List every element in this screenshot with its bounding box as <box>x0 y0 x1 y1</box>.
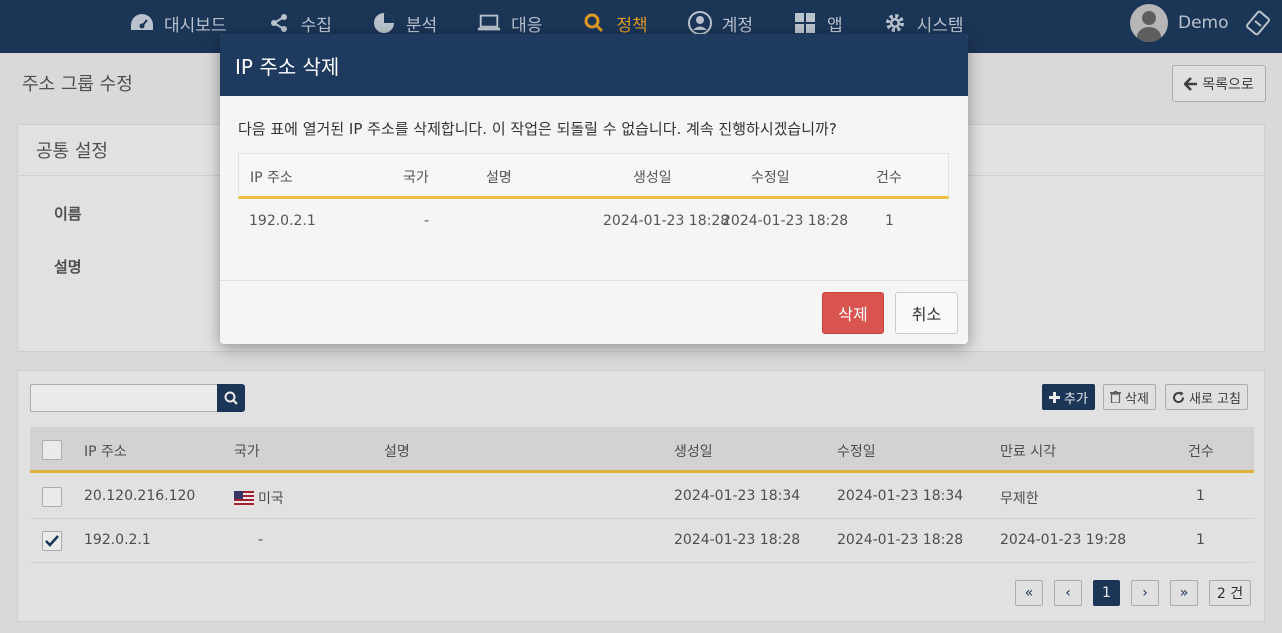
cell-count: 1 <box>885 213 894 229</box>
col-ip: IP 주소 <box>250 170 293 186</box>
cell-ip: 192.0.2.1 <box>249 213 316 229</box>
col-created: 생성일 <box>633 170 672 186</box>
cell-modified: 2024-01-23 18:28 <box>722 213 849 229</box>
cancel-button[interactable]: 취소 <box>895 292 958 334</box>
dialog-header: IP 주소 삭제 <box>220 34 968 96</box>
dialog-title: IP 주소 삭제 <box>235 55 340 79</box>
dialog-message: 다음 표에 열거된 IP 주소를 삭제합니다. 이 작업은 되돌릴 수 없습니다… <box>238 120 837 138</box>
delete-ip-dialog: IP 주소 삭제 다음 표에 열거된 IP 주소를 삭제합니다. 이 작업은 되… <box>220 34 968 344</box>
col-desc: 설명 <box>486 170 512 186</box>
col-modified: 수정일 <box>751 170 790 186</box>
confirm-delete-button[interactable]: 삭제 <box>822 292 884 334</box>
dialog-table-row: 192.0.2.1 - 2024-01-23 18:28 2024-01-23 … <box>238 199 949 245</box>
cell-created: 2024-01-23 18:28 <box>603 213 730 229</box>
cell-country: - <box>424 213 430 229</box>
col-count: 건수 <box>876 170 902 186</box>
dialog-table-header: IP 주소 국가 설명 생성일 수정일 건수 <box>238 153 949 199</box>
col-country: 국가 <box>403 170 429 186</box>
divider <box>220 280 968 281</box>
